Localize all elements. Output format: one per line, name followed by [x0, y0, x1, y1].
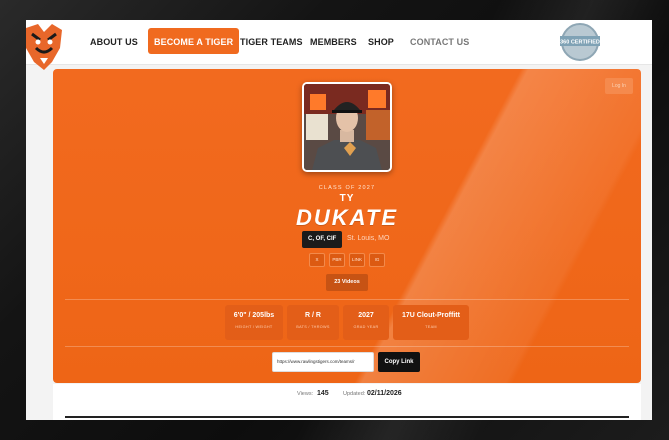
profile-meta-row: Views: 145 Updated: 02/11/2026	[53, 384, 641, 420]
social-pbr-button[interactable]: PBR	[329, 253, 345, 267]
updated-label: Updated:	[343, 391, 366, 397]
social-link-button[interactable]: LINK	[349, 253, 365, 267]
browser-screen: ABOUT US BECOME A TIGER TIGER TEAMS MEMB…	[26, 20, 652, 420]
top-navbar: ABOUT US BECOME A TIGER TIGER TEAMS MEMB…	[26, 20, 652, 70]
nav-contact-us[interactable]: CONTACT US	[410, 37, 469, 47]
player-photo	[302, 82, 392, 172]
hero-divider-top	[65, 299, 629, 300]
hero-divider-bottom	[65, 346, 629, 347]
login-button[interactable]: Log In	[605, 78, 633, 94]
player-last-name: DUKATE	[295, 205, 399, 230]
stat-team: 17U Clout-Proffitt TEAM	[393, 305, 469, 340]
class-of-label: CLASS OF 2027	[318, 185, 376, 191]
tiger-logo[interactable]	[26, 22, 66, 74]
player-first-name: TY	[339, 193, 355, 204]
stat-value: 6'0" / 205lbs	[233, 312, 275, 319]
stat-value: R / R	[305, 312, 321, 319]
videos-button[interactable]: 23 Videos	[326, 274, 368, 291]
positions-badge: C, OF, CIF	[302, 231, 343, 248]
section-divider	[65, 416, 629, 418]
stat-height-weight: 6'0" / 205lbs HEIGHT / WEIGHT	[225, 305, 283, 340]
stat-value: 17U Clout-Proffitt	[402, 312, 460, 319]
views-value: 145	[317, 390, 329, 397]
stat-grad-year: 2027 GRAD YEAR	[343, 305, 389, 340]
nav-shop[interactable]: SHOP	[368, 37, 394, 47]
stat-label: GRAD YEAR	[353, 325, 379, 329]
certified-badge-icon[interactable]: 360 CERTIFIED	[556, 22, 604, 62]
social-x-button[interactable]: X	[309, 253, 325, 267]
player-location: St. Louis, MO	[347, 235, 390, 242]
stat-label: HEIGHT / WEIGHT	[235, 325, 273, 329]
stat-value: 2027	[358, 312, 374, 319]
views-label: Views:	[297, 391, 314, 397]
stat-bats-throws: R / R BATS / THROWS	[287, 305, 339, 340]
share-url-input[interactable]: https://www.rawlingstigers.com/teams/r	[272, 352, 374, 372]
stat-label: BATS / THROWS	[296, 325, 330, 329]
updated-value: 02/11/2026	[367, 390, 402, 397]
cert-badge-text: 360 CERTIFIED	[560, 40, 600, 46]
copy-link-button[interactable]: Copy Link	[378, 352, 420, 372]
stat-label: TEAM	[425, 325, 437, 329]
profile-hero: Log In CLASS OF 2027 TY DUKATE C, OF, CI…	[53, 69, 641, 383]
nav-about-us[interactable]: ABOUT US	[90, 37, 138, 47]
nav-members[interactable]: MEMBERS	[310, 37, 357, 47]
social-ig-button[interactable]: IG	[369, 253, 385, 267]
nav-become-a-tiger[interactable]: BECOME A TIGER	[148, 28, 240, 54]
nav-tiger-teams[interactable]: TIGER TEAMS	[240, 37, 303, 47]
